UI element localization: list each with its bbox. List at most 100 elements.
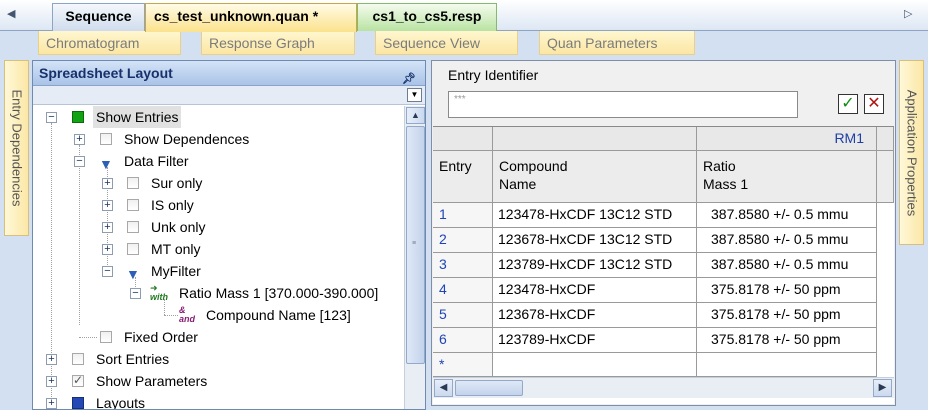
tree-item-sort-entries[interactable]: + Sort Entries bbox=[33, 348, 393, 370]
expand-icon[interactable]: + bbox=[74, 134, 85, 145]
tab-cs1-to-cs5-resp[interactable]: cs1_to_cs5.resp bbox=[357, 3, 497, 31]
layout-tree: − Show Entries + Show Dependences − ▼ Da… bbox=[33, 106, 403, 410]
column-header-entry[interactable]: Entry bbox=[433, 151, 493, 203]
expand-icon[interactable]: + bbox=[46, 398, 57, 409]
table-cell-ratio[interactable]: 375.8178 +/- 50 ppm bbox=[697, 278, 877, 303]
scroll-right-icon[interactable]: ▶ bbox=[873, 379, 892, 397]
column-header-ratio-mass-1[interactable]: Ratio Mass 1 bbox=[697, 151, 877, 203]
table-row-number[interactable]: 5 bbox=[433, 303, 493, 328]
checkbox-show-dependences[interactable] bbox=[100, 133, 112, 145]
cancel-x-icon[interactable]: ✕ bbox=[864, 94, 884, 114]
checkbox-fixed-order[interactable] bbox=[100, 331, 112, 343]
checkbox-show-parameters[interactable] bbox=[72, 369, 84, 391]
scroll-left-arrow-icon[interactable]: ◀ bbox=[7, 7, 15, 20]
entry-identifier-field[interactable]: *** bbox=[448, 91, 798, 118]
table-row-number[interactable]: 6 bbox=[433, 328, 493, 353]
tree-item-show-dependences[interactable]: + Show Dependences bbox=[33, 128, 393, 150]
collapse-icon[interactable]: − bbox=[102, 266, 113, 277]
tree-item-mt-only[interactable]: + MT only bbox=[33, 238, 393, 260]
checkbox-show-entries[interactable] bbox=[72, 111, 84, 123]
tree-item-show-parameters[interactable]: + Show Parameters bbox=[33, 369, 393, 392]
tree-item-show-entries[interactable]: − Show Entries bbox=[33, 106, 393, 128]
table-cell-ratio[interactable]: 375.8178 +/- 50 ppm bbox=[697, 328, 877, 353]
checkbox-is-only[interactable] bbox=[127, 199, 139, 211]
checkbox-unk-only[interactable] bbox=[127, 221, 139, 233]
scrollbar-thumb[interactable]: ≡ bbox=[406, 126, 425, 364]
checkbox-layouts[interactable] bbox=[72, 397, 84, 409]
table-row-number[interactable]: 2 bbox=[433, 228, 493, 253]
table-row-number[interactable]: 3 bbox=[433, 253, 493, 278]
tree-item-unk-only[interactable]: + Unk only bbox=[33, 216, 393, 238]
tree-item-and-condition[interactable]: & and Compound Name [123] bbox=[33, 304, 403, 326]
expand-icon[interactable]: + bbox=[102, 178, 113, 189]
view-tab-sequence-view[interactable]: Sequence View bbox=[375, 31, 518, 55]
tree-item-myfilter[interactable]: − ▼ MyFilter bbox=[33, 260, 393, 282]
group-header-rm1: RM1 bbox=[697, 127, 877, 151]
table-cell-compound[interactable]: 123789-HxCDF 13C12 STD bbox=[493, 253, 697, 278]
and-operator-tag: and bbox=[179, 314, 196, 324]
view-tab-response-graph[interactable]: Response Graph bbox=[201, 31, 355, 55]
table-cell-ratio[interactable] bbox=[697, 353, 877, 377]
tree-label: Fixed Order bbox=[124, 329, 198, 345]
layout-dropdown-row: ▼ bbox=[33, 86, 425, 105]
entry-identifier-label: Entry Identifier bbox=[448, 67, 539, 83]
new-row-marker[interactable]: * bbox=[433, 353, 493, 377]
tree-vertical-scrollbar[interactable]: ▲ ≡ bbox=[404, 106, 425, 409]
tree-item-fixed-order[interactable]: Fixed Order bbox=[33, 326, 393, 348]
scrollbar-thumb[interactable] bbox=[455, 380, 523, 396]
table-cell-compound[interactable]: 123789-HxCDF bbox=[493, 328, 697, 353]
expand-icon[interactable]: + bbox=[102, 222, 113, 233]
scroll-up-icon[interactable]: ▲ bbox=[406, 107, 425, 124]
checkbox-sort-entries[interactable] bbox=[72, 353, 84, 365]
table-cell-ratio[interactable]: 387.8580 +/- 0.5 mmu bbox=[697, 228, 877, 253]
view-tab-chromatogram[interactable]: Chromatogram bbox=[38, 31, 181, 55]
expand-icon[interactable]: + bbox=[46, 354, 57, 365]
table-cell-compound[interactable]: 123678-HxCDF 13C12 STD bbox=[493, 228, 697, 253]
tree-label: Unk only bbox=[151, 219, 206, 235]
view-tab-quan-parameters[interactable]: Quan Parameters bbox=[539, 31, 695, 55]
apply-checkmark-icon[interactable]: ✓ bbox=[838, 94, 858, 114]
scroll-left-icon[interactable]: ◀ bbox=[434, 379, 453, 397]
tree-label: IS only bbox=[151, 197, 194, 213]
tree-label: Sur only bbox=[151, 175, 203, 191]
expand-icon[interactable]: + bbox=[102, 244, 113, 255]
scroll-right-arrow-icon[interactable]: ▷ bbox=[904, 7, 912, 20]
tree-label: Ratio Mass 1 [370.000-390.000] bbox=[179, 285, 379, 301]
table-cell-compound[interactable]: 123478-HxCDF bbox=[493, 278, 697, 303]
spreadsheet-layout-panel: Spreadsheet Layout 📌︎ ▼ − Show Entries +… bbox=[32, 60, 426, 410]
table-cell-ratio[interactable]: 375.8178 +/- 50 ppm bbox=[697, 303, 877, 328]
tree-label: Sort Entries bbox=[96, 351, 170, 367]
with-operator-icon: ➜ with bbox=[150, 283, 168, 302]
checkbox-mt-only[interactable] bbox=[127, 243, 139, 255]
tab-sequence[interactable]: Sequence bbox=[52, 3, 145, 31]
tree-label: Layouts bbox=[96, 395, 146, 410]
side-tab-entry-dependencies[interactable]: Entry Dependencies bbox=[4, 60, 29, 236]
collapse-icon[interactable]: − bbox=[130, 288, 141, 299]
table-cell-compound[interactable]: 123678-HxCDF bbox=[493, 303, 697, 328]
checkbox-sur-only[interactable] bbox=[127, 177, 139, 189]
side-tab-application-properties[interactable]: Application Properties bbox=[899, 60, 924, 245]
tree-item-is-only[interactable]: + IS only bbox=[33, 194, 393, 216]
table-cell-ratio[interactable]: 387.8580 +/- 0.5 mmu bbox=[697, 203, 877, 228]
tree-item-sur-only[interactable]: + Sur only bbox=[33, 172, 393, 194]
tree-label: Show Dependences bbox=[124, 131, 250, 147]
document-tab-bar: ◀ Sequence cs_test_unknown.quan * cs1_to… bbox=[0, 0, 928, 32]
collapse-icon[interactable]: − bbox=[46, 112, 57, 123]
tab-cs-test-unknown-quan[interactable]: cs_test_unknown.quan * bbox=[145, 3, 357, 32]
tree-item-with-condition[interactable]: − ➜ with Ratio Mass 1 [370.000-390.000] bbox=[33, 282, 403, 304]
expand-icon[interactable]: + bbox=[102, 200, 113, 211]
table-row-number[interactable]: 1 bbox=[433, 203, 493, 228]
tree-item-layouts[interactable]: + Layouts bbox=[33, 392, 393, 410]
tree-item-data-filter[interactable]: − ▼ Data Filter bbox=[33, 150, 393, 172]
table-cell-ratio[interactable]: 387.8580 +/- 0.5 mmu bbox=[697, 253, 877, 278]
collapse-icon[interactable]: − bbox=[74, 156, 85, 167]
expand-icon[interactable]: + bbox=[46, 376, 57, 387]
dropdown-arrow-icon[interactable]: ▼ bbox=[407, 88, 422, 102]
grid-horizontal-scrollbar[interactable]: ◀ ▶ bbox=[433, 377, 894, 398]
tree-label: Data Filter bbox=[124, 153, 189, 169]
table-cell-compound[interactable] bbox=[493, 353, 697, 377]
table-row-number[interactable]: 4 bbox=[433, 278, 493, 303]
tree-label: Show Entries bbox=[93, 106, 182, 128]
table-cell-compound[interactable]: 123478-HxCDF 13C12 STD bbox=[493, 203, 697, 228]
column-header-compound-name[interactable]: Compound Name bbox=[493, 151, 697, 203]
